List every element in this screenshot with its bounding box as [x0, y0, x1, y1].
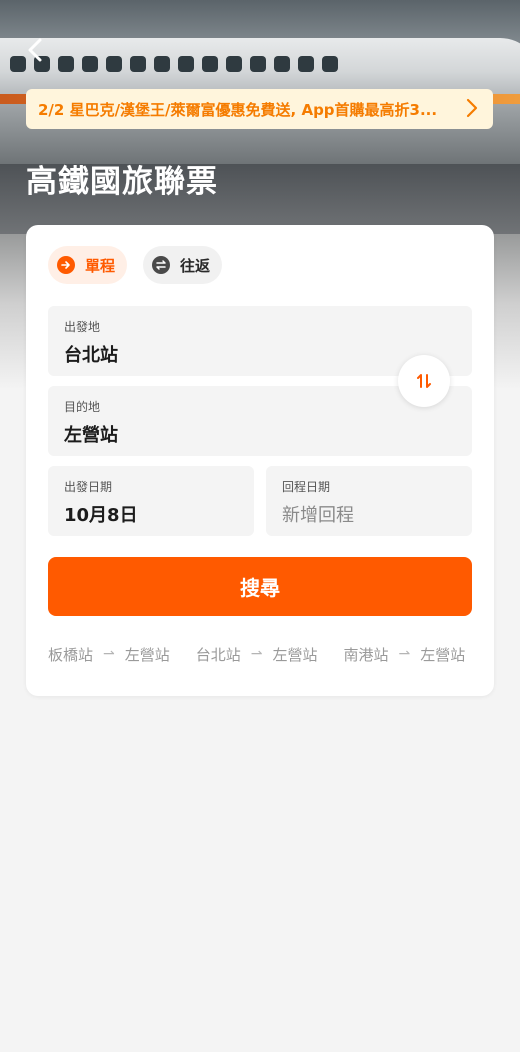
arrow-right-icon: ⇀: [398, 646, 411, 662]
chevron-right-icon: [465, 97, 479, 124]
return-date-field[interactable]: 回程日期 新增回程: [266, 466, 472, 536]
recent-search-item[interactable]: 南港站 ⇀ 左營站: [344, 642, 466, 666]
recent-from: 板橋站: [48, 645, 94, 664]
destination-value: 左營站: [64, 425, 118, 446]
chevron-left-icon: [28, 38, 42, 62]
promo-banner[interactable]: 2/2 星巴克/漢堡王/萊爾富優惠免費送, App首購最高折3...: [26, 89, 493, 129]
tab-one-way[interactable]: 單程: [48, 246, 128, 284]
depart-date-field[interactable]: 出發日期 10月8日: [48, 466, 254, 536]
recent-to: 左營站: [124, 645, 170, 664]
tab-round-trip-label: 往返: [180, 256, 211, 275]
recent-from: 台北站: [195, 645, 241, 664]
recent-search-item[interactable]: 台北站 ⇀ 左營站: [196, 642, 318, 666]
promo-text: 2/2 星巴克/漢堡王/萊爾富優惠免費送, App首購最高折3...: [38, 100, 438, 119]
recent-to: 左營站: [420, 645, 466, 664]
swap-stations-button[interactable]: [398, 355, 450, 407]
tab-one-way-label: 單程: [85, 256, 116, 275]
search-button[interactable]: 搜尋: [48, 557, 472, 616]
train-windows: [10, 56, 338, 72]
depart-date-label: 出發日期: [64, 480, 113, 494]
recent-from: 南港站: [343, 645, 389, 664]
return-date-label: 回程日期: [282, 480, 331, 494]
trip-type-toggle: 單程 往返: [48, 246, 223, 284]
back-button[interactable]: [22, 36, 50, 64]
recent-search-item[interactable]: 板橋站 ⇀ 左營站: [48, 642, 170, 666]
arrow-right-icon: ⇀: [250, 646, 263, 662]
origin-label: 出發地: [64, 320, 101, 334]
depart-date-value: 10月8日: [64, 505, 138, 526]
arrow-right-circle-icon: [57, 256, 75, 274]
swap-vertical-icon: [417, 374, 431, 388]
return-date-placeholder: 新增回程: [282, 505, 354, 526]
swap-circle-icon: [152, 256, 171, 274]
recent-searches: 板橋站 ⇀ 左營站 台北站 ⇀ 左營站 南港站 ⇀ 左營站: [48, 642, 472, 666]
arrow-right-icon: ⇀: [103, 646, 115, 662]
page-title: 高鐵國旅聯票: [26, 164, 218, 200]
origin-value: 台北站: [64, 345, 118, 366]
booking-card: 單程 往返 出發地 台北站 目的地 左營站 出發日期 10月8日 回程日期 新增…: [26, 225, 494, 696]
recent-to: 左營站: [272, 645, 318, 664]
tab-round-trip[interactable]: 往返: [143, 246, 223, 284]
destination-label: 目的地: [64, 400, 101, 414]
